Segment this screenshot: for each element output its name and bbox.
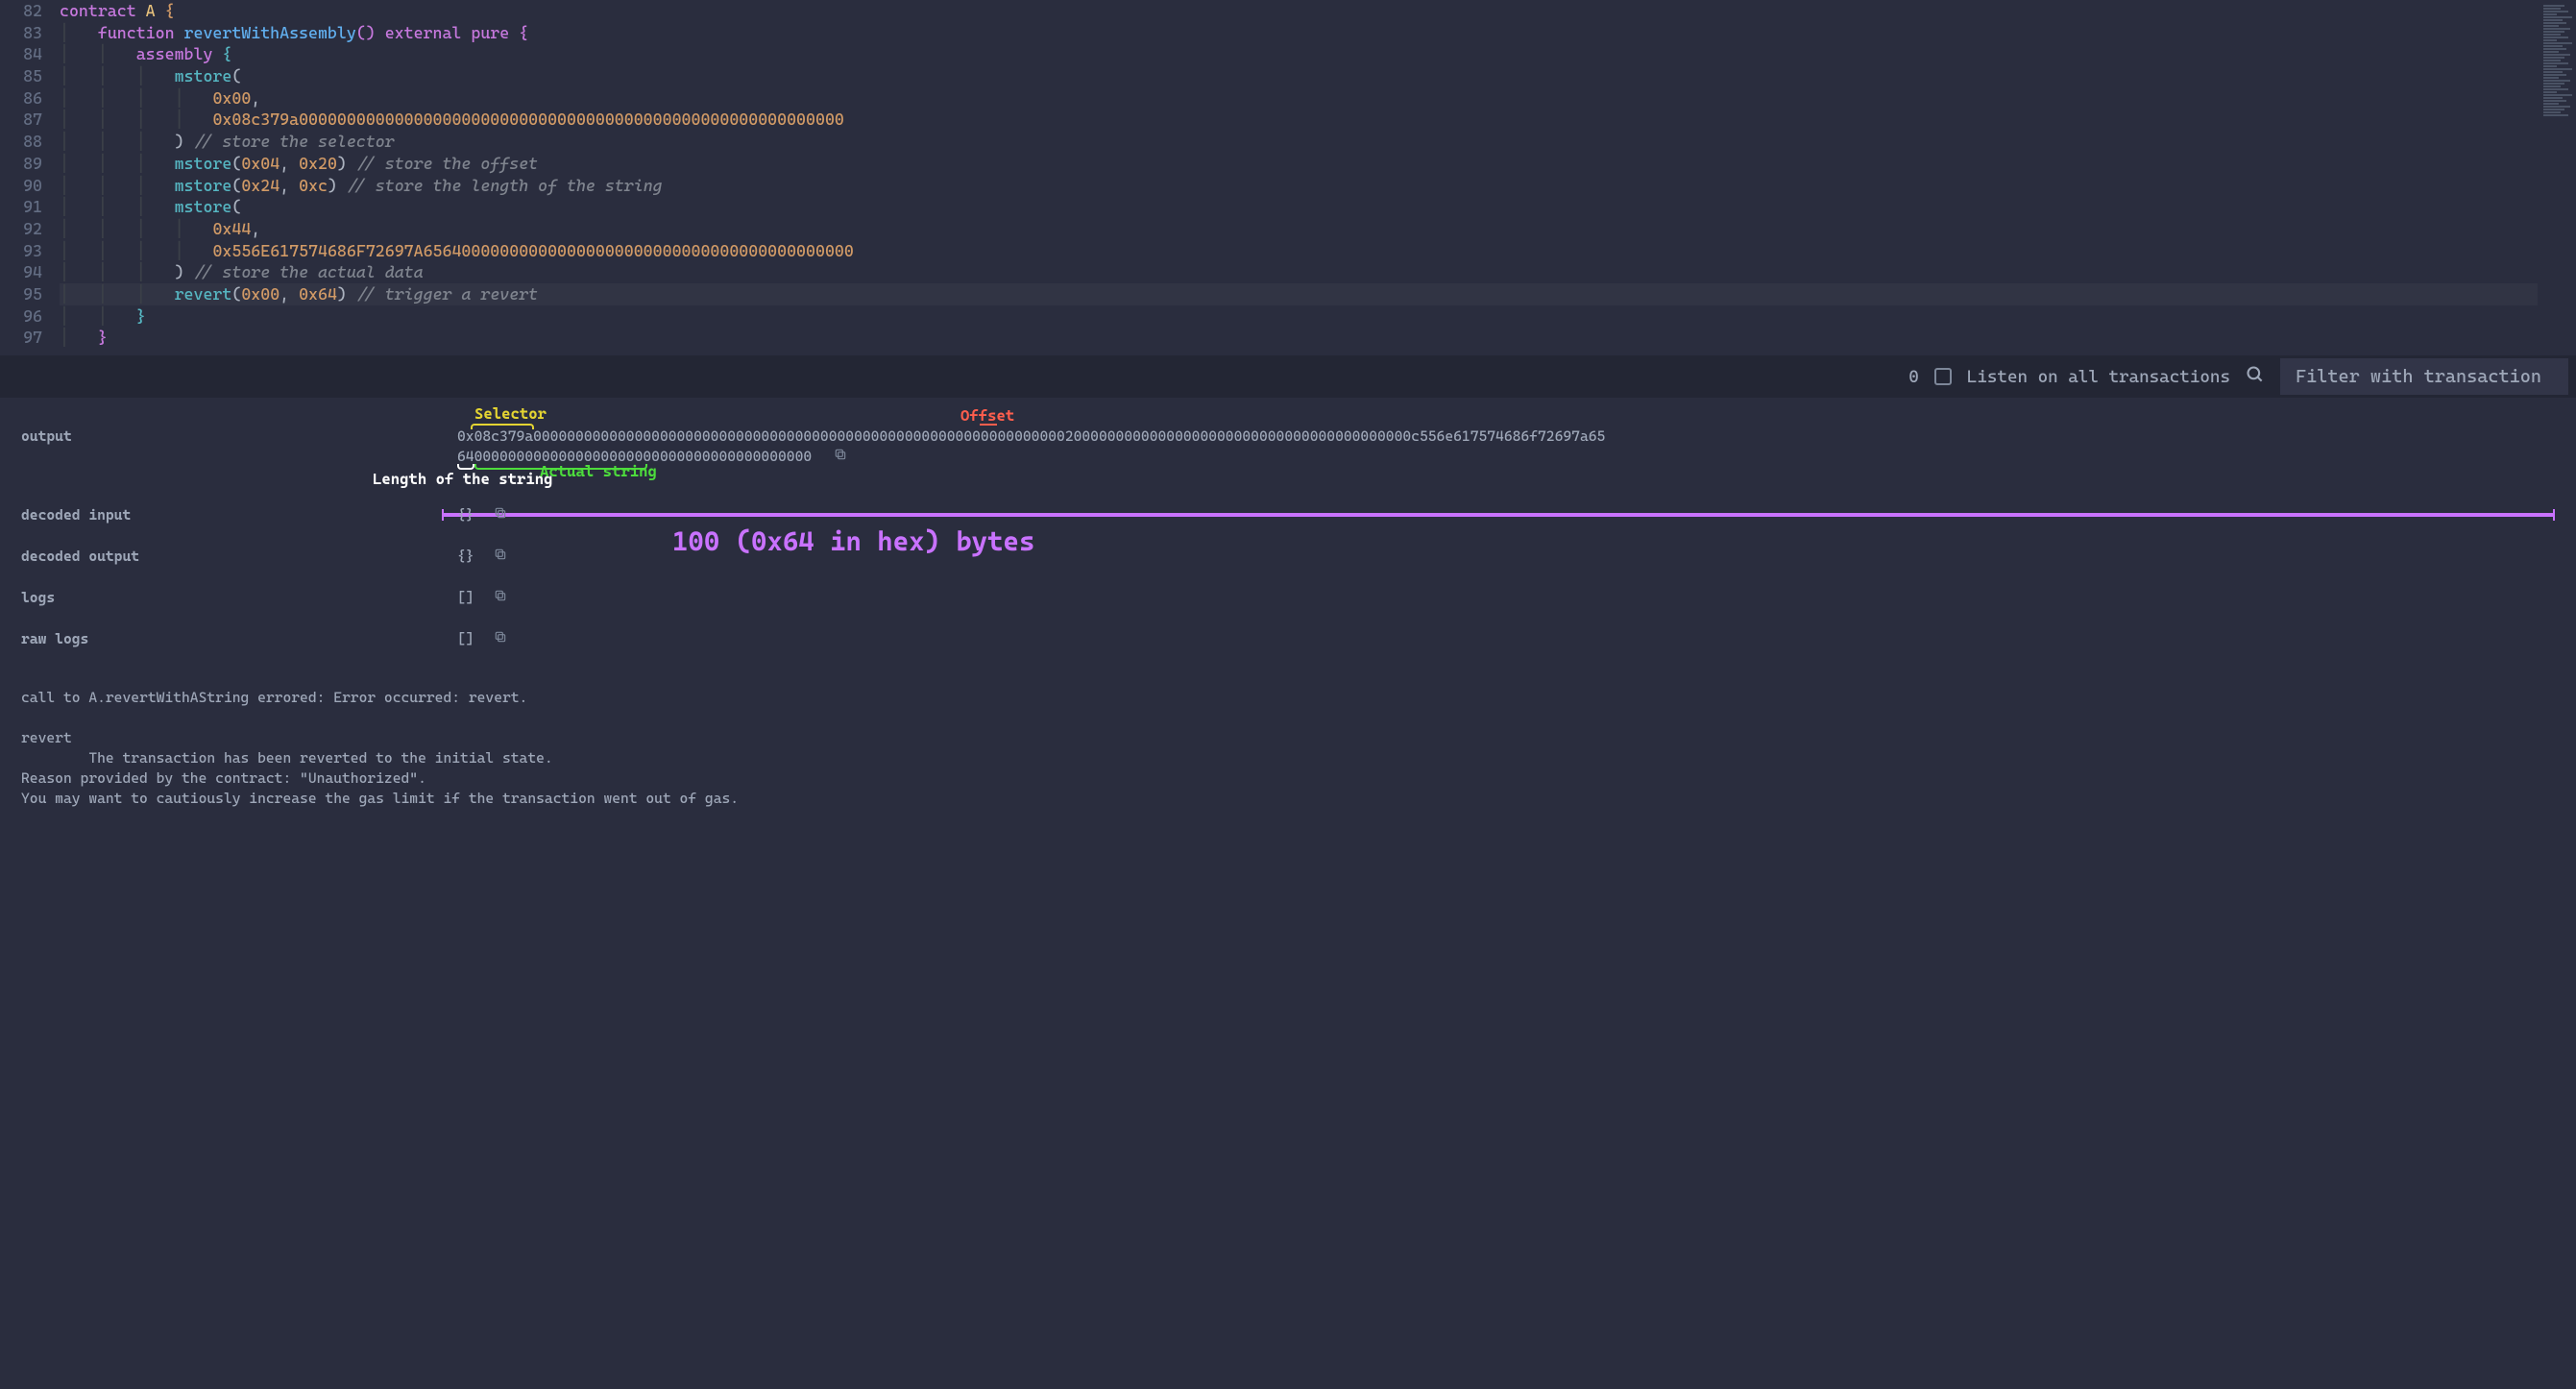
output-row: output 0x08c379a000000000000000000000000… <box>21 426 2555 467</box>
search-icon[interactable] <box>2246 365 2265 389</box>
copy-icon[interactable] <box>834 448 847 465</box>
logs-label: logs <box>21 588 457 608</box>
output-label: output <box>21 426 457 447</box>
transaction-filter-bar: 0 Listen on all transactions <box>0 355 2576 398</box>
code-content[interactable]: contract A {│ function revertWithAssembl… <box>60 0 2538 355</box>
copy-icon[interactable] <box>494 548 507 565</box>
logs-row: logs [] <box>21 588 2555 608</box>
raw-logs-label: raw logs <box>21 629 457 649</box>
annotation-length: Length of the string <box>373 469 553 490</box>
output-value: 0x08c379a0000000000000000000000000000000… <box>457 426 2555 467</box>
decoded-input-value: {} <box>457 505 2555 525</box>
line-number-gutter: 82838485868788899091929394959697 <box>0 0 60 355</box>
length-bracket <box>457 464 474 470</box>
listen-all-label: Listen on all transactions <box>1967 367 2230 387</box>
decoded-input-label: decoded input <box>21 505 457 525</box>
decoded-output-value: {} <box>457 547 2555 567</box>
minimap[interactable] <box>2538 0 2576 355</box>
annotation-selector: Selector <box>474 403 547 425</box>
raw-logs-value: [] <box>457 629 2555 649</box>
listen-all-checkbox[interactable] <box>1934 368 1952 385</box>
copy-icon[interactable] <box>494 506 507 524</box>
copy-icon[interactable] <box>494 589 507 606</box>
transaction-filter-input[interactable] <box>2280 358 2568 395</box>
code-editor[interactable]: 82838485868788899091929394959697 contrac… <box>0 0 2576 355</box>
actual-string-bracket <box>474 464 647 470</box>
error-output: call to A.revertWithAString errored: Err… <box>21 688 2555 809</box>
copy-icon[interactable] <box>494 630 507 647</box>
decoded-output-label: decoded output <box>21 547 457 567</box>
decoded-output-row: decoded output {} <box>21 547 2555 567</box>
offset-bracket <box>980 424 997 429</box>
pending-count: 0 <box>1908 367 1919 387</box>
minimap-lines <box>2543 5 2572 117</box>
decoded-input-row: decoded input {} <box>21 505 2555 525</box>
selector-bracket <box>471 424 534 429</box>
terminal-panel[interactable]: output 0x08c379a000000000000000000000000… <box>0 398 2576 1389</box>
logs-value: [] <box>457 588 2555 608</box>
raw-logs-row: raw logs [] <box>21 629 2555 649</box>
